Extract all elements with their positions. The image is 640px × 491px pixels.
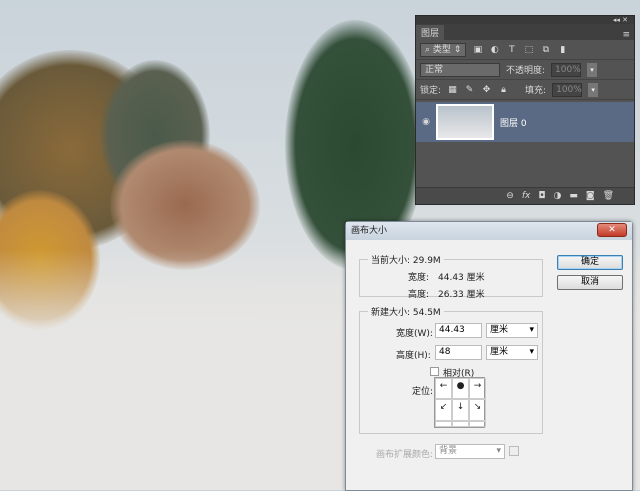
new-width-label: 宽度(W): [396,329,433,339]
new-height-input[interactable]: 48 [435,345,482,360]
width-unit-value: 厘米 [490,325,509,335]
close-button[interactable]: ✕ [597,223,627,237]
trash-icon[interactable]: 🗑︎ [603,191,614,201]
filter-type-select[interactable]: ⌕ 类型 ⇕ [420,42,467,57]
anchor-cell[interactable] [435,420,452,427]
filter-type-value: 类型 [432,44,451,55]
lock-all-icon[interactable]: 🔒︎ [498,85,509,95]
shape-filter-icon[interactable]: ⬚ [523,45,534,55]
anchor-cell[interactable]: → [469,378,486,400]
eye-icon[interactable]: ◉ [416,117,436,127]
anchor-cell[interactable] [452,420,469,427]
panel-menu-icon[interactable]: ≡ [622,30,634,40]
anchor-cell[interactable] [469,420,486,427]
anchor-cell[interactable]: ← [435,378,452,400]
filter-toggle[interactable]: ▮ [557,45,568,55]
opacity-input[interactable]: 100% [551,62,582,77]
image-filter-icon[interactable]: ▣ [472,45,483,55]
current-width-label: 宽度: [408,273,430,283]
mask-icon[interactable]: ◘ [538,191,545,201]
smart-object-filter-icon[interactable]: ⧉ [540,45,551,55]
anchor-grid[interactable]: ← ● → ↙ ↓ ↘ [434,377,486,428]
height-unit-value: 厘米 [490,347,509,357]
extension-color-label: 画布扩展颜色: [376,450,434,460]
extension-color-select[interactable]: 背景 ▾ [435,444,505,459]
extension-color-value: 背景 [439,446,458,456]
fill-dropdown[interactable]: ▾ [588,82,599,97]
anchor-cell[interactable]: ● [452,378,469,400]
lock-transparent-icon[interactable]: ▦ [447,85,458,95]
panel-collapse-controls[interactable]: ◂◂ ✕ [416,16,634,24]
height-unit-select[interactable]: 厘米 ▾ [486,345,538,360]
new-width-input[interactable]: 44.43 [435,323,482,338]
layer-thumbnail [436,104,494,140]
fill-label: 填充: [525,86,547,96]
adjustment-filter-icon[interactable]: ◐ [489,45,500,55]
current-height-value: 26.33 厘米 [438,290,485,300]
width-unit-select[interactable]: 厘米 ▾ [486,323,538,338]
new-layer-icon[interactable]: ◙ [586,191,595,201]
layers-panel: ◂◂ ✕ 图层 ≡ ⌕ 类型 ⇕ ▣ ◐ T ⬚ ⧉ ▮ 正常 不透明度: 100% ▾ 锁定… [415,15,635,205]
opacity-label: 不透明度: [506,66,546,76]
tab-layers[interactable]: 图层 [416,25,445,40]
layer-name: 图层 0 [500,118,527,129]
dialog-title: 画布大小 [351,226,388,236]
blend-mode-select[interactable]: 正常 [420,62,500,77]
anchor-cell[interactable]: ↙ [435,399,452,421]
relative-checkbox[interactable] [430,367,439,376]
extension-color-swatch[interactable] [509,446,519,456]
type-filter-icon[interactable]: T [506,45,517,55]
new-height-label: 高度(H): [396,351,431,361]
current-height-label: 高度: [408,290,430,300]
opacity-dropdown[interactable]: ▾ [587,62,598,77]
canvas-size-dialog: 画布大小 ✕ 当前大小: 29.9M 宽度: 44.43 厘米 高度: 26.33… [345,221,633,491]
lock-position-icon[interactable]: ✥ [481,85,492,95]
adjustment-layer-icon[interactable]: ◑ [553,191,561,201]
new-size-legend: 新建大小: 54.5M [371,308,441,318]
folder-icon[interactable]: ▬ [569,191,578,201]
anchor-cell[interactable]: ↘ [469,399,486,421]
lock-pixels-icon[interactable]: ✎ [464,85,475,95]
current-width-value: 44.43 厘米 [438,273,485,283]
layer-row[interactable]: ◉ 图层 0 [416,102,634,142]
fx-icon[interactable]: fx [522,191,531,201]
fill-input[interactable]: 100% [552,82,583,97]
anchor-cell[interactable]: ↓ [452,399,469,421]
ok-button[interactable]: 确定 [557,255,623,270]
anchor-label: 定位: [412,387,434,397]
current-size-group: 当前大小: 29.9M 宽度: 44.43 厘米 高度: 26.33 厘米 [359,253,543,300]
lock-label: 锁定: [420,86,442,96]
current-size-legend: 当前大小: 29.9M [371,256,441,266]
cancel-button[interactable]: 取消 [557,275,623,290]
link-icon[interactable]: ⊖ [506,191,514,201]
